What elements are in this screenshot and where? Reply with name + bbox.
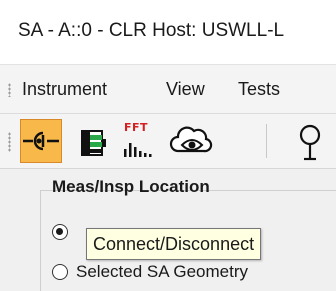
fft-chart-icon <box>124 143 152 157</box>
menu-instrument[interactable]: Instrument <box>22 79 107 100</box>
probe-icon <box>299 124 321 161</box>
toolbar-grip[interactable] <box>8 132 11 152</box>
cloud-eye-icon <box>169 126 213 153</box>
meas-location-option-2-radio[interactable] <box>52 264 68 280</box>
instrument-battery-icon <box>81 130 106 156</box>
menu-tests[interactable]: Tests <box>238 79 280 100</box>
instrument-button[interactable] <box>70 119 112 163</box>
probe-button[interactable] <box>290 119 332 163</box>
toolbar-separator <box>266 124 267 158</box>
meas-location-option-1-radio[interactable] <box>52 224 68 240</box>
connect-disconnect-tooltip: Connect/Disconnect <box>86 228 262 260</box>
menu-grip[interactable] <box>8 83 11 97</box>
connect-disconnect-icon <box>23 131 59 151</box>
window-title: SA - A::0 - CLR Host: USWLL-L <box>18 20 285 41</box>
fft-button[interactable]: FFT <box>116 119 158 163</box>
menu-view[interactable]: View <box>166 79 205 100</box>
toolbar: FFT <box>0 114 336 169</box>
point-cloud-view-button[interactable] <box>168 119 213 163</box>
meas-location-option-2-label: Selected SA Geometry <box>76 262 248 281</box>
connect-disconnect-button[interactable] <box>20 119 62 163</box>
meas-location-title: Meas/Insp Location <box>52 177 210 196</box>
menu-bar: Instrument View Tests <box>0 65 336 114</box>
title-bar: SA - A::0 - CLR Host: USWLL-L <box>0 0 336 65</box>
